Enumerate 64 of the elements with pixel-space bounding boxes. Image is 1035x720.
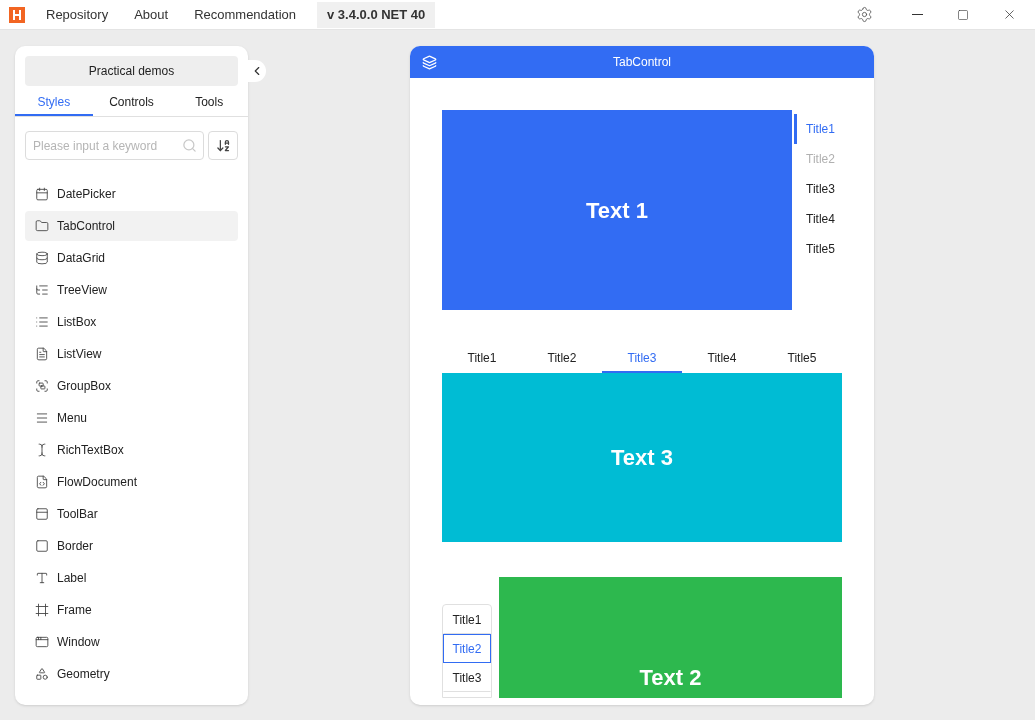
nav-link[interactable]: Repository bbox=[37, 4, 118, 25]
folder-icon bbox=[35, 219, 49, 233]
sidebar-item[interactable]: ToolBar bbox=[25, 499, 238, 529]
collapse-button[interactable] bbox=[248, 60, 266, 82]
sidebar-tab[interactable]: Controls bbox=[92, 90, 171, 116]
layers-icon bbox=[422, 54, 437, 70]
calendar-icon bbox=[35, 187, 49, 201]
letter-icon bbox=[35, 571, 49, 585]
sort-icon bbox=[215, 138, 231, 153]
sidebar-item[interactable]: Geometry bbox=[25, 659, 238, 689]
search-field[interactable]: Please input a keyword bbox=[25, 131, 204, 160]
sidebar-item[interactable]: RichTextBox bbox=[25, 435, 238, 465]
search-icon bbox=[182, 138, 197, 153]
list-icon bbox=[35, 315, 49, 329]
sidebar-item[interactable]: DatePicker bbox=[25, 179, 238, 209]
document-icon bbox=[35, 347, 49, 361]
menu-icon bbox=[35, 411, 49, 425]
sidebar-item[interactable]: TabControl bbox=[25, 211, 238, 241]
sidebar-item[interactable]: Window bbox=[25, 627, 238, 657]
frame-icon bbox=[35, 603, 49, 617]
nav-link[interactable]: About bbox=[125, 4, 178, 25]
tab[interactable]: Title5 bbox=[794, 234, 842, 264]
sort-button[interactable] bbox=[208, 131, 238, 160]
sidebar-tab[interactable]: Tools bbox=[170, 90, 248, 116]
sidebar-item[interactable]: Frame bbox=[25, 595, 238, 625]
tab[interactable]: Title2 bbox=[443, 634, 491, 663]
sidebar-item[interactable]: Label bbox=[25, 563, 238, 593]
sidebar-item[interactable]: DataGrid bbox=[25, 243, 238, 273]
code-file-icon bbox=[35, 475, 49, 489]
tab[interactable]: Title5 bbox=[762, 345, 842, 373]
tab[interactable]: Title1 bbox=[442, 345, 522, 373]
tab[interactable]: Title3 bbox=[794, 174, 842, 204]
tab-content: Text 1 bbox=[442, 110, 792, 310]
toolbar-icon bbox=[35, 507, 49, 521]
tab[interactable]: Title2 bbox=[522, 345, 602, 373]
sidebar-item[interactable]: ListBox bbox=[25, 307, 238, 337]
tab[interactable]: Title1 bbox=[443, 605, 491, 634]
minimize-icon bbox=[911, 14, 923, 15]
tab[interactable]: Title4 bbox=[682, 345, 762, 373]
tab-content: Text 3 bbox=[442, 373, 842, 542]
tab-content: Text 2 bbox=[499, 577, 842, 698]
database-icon bbox=[35, 251, 49, 265]
nav-link[interactable]: Recommendation bbox=[185, 4, 305, 25]
square-icon bbox=[35, 539, 49, 553]
sidebar-item[interactable]: TreeView bbox=[25, 275, 238, 305]
shapes-icon bbox=[35, 667, 49, 681]
sidebar-tab[interactable]: Styles bbox=[15, 90, 93, 116]
settings-icon bbox=[855, 6, 873, 23]
sidebar-item[interactable]: FlowDocument bbox=[25, 467, 238, 497]
sidebar-item[interactable]: ListView bbox=[25, 339, 238, 369]
tab[interactable]: Title4 bbox=[794, 204, 842, 234]
practical-demos-button[interactable]: Practical demos bbox=[25, 56, 238, 86]
tab[interactable]: Title1 bbox=[794, 114, 842, 144]
tree-icon bbox=[35, 283, 49, 297]
tab[interactable]: Title3 bbox=[443, 663, 491, 692]
group-icon bbox=[35, 379, 49, 393]
card-title: TabControl bbox=[612, 54, 672, 71]
sidebar-item[interactable]: Border bbox=[25, 531, 238, 561]
logo-icon bbox=[9, 6, 25, 23]
sidebar-item[interactable]: GroupBox bbox=[25, 371, 238, 401]
maximize-icon bbox=[957, 8, 969, 21]
window-icon bbox=[35, 635, 49, 649]
sidebar-item[interactable]: Menu bbox=[25, 403, 238, 433]
version-label: v 3.4.0.0 NET 40 bbox=[317, 1, 436, 28]
